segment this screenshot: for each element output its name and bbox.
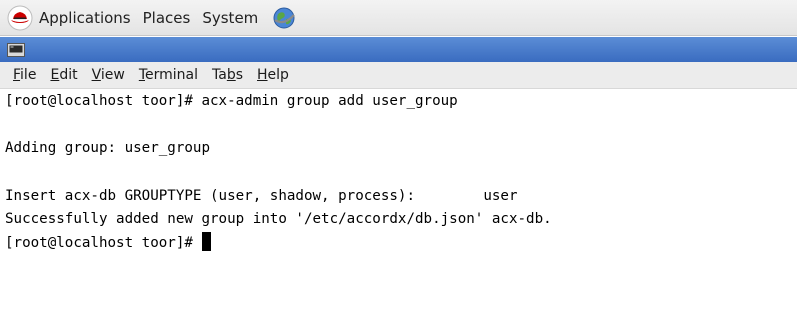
places-menu[interactable]: Places [143, 9, 191, 27]
terminal-prompt: [root@localhost toor]# [5, 235, 202, 252]
menu-edit[interactable]: Edit [43, 65, 84, 85]
terminal-line-adding: Adding group: user_group [5, 140, 210, 157]
menu-bar: File Edit View Terminal Tabs Help [0, 62, 797, 89]
menu-view-rest: iew [100, 67, 125, 83]
menu-edit-mnemonic: E [50, 67, 60, 83]
system-menu-label: System [202, 8, 259, 27]
menu-view-mnemonic: V [91, 67, 101, 83]
system-menu[interactable]: System [202, 9, 258, 27]
menu-tabs-pre: Ta [212, 67, 227, 83]
menu-tabs[interactable]: Tabs [205, 65, 250, 85]
places-menu-label: Places [142, 8, 191, 27]
applications-menu-label: Applications [39, 8, 131, 27]
menu-file-rest: ile [20, 67, 37, 83]
applications-menu[interactable]: Applications [7, 5, 131, 31]
menu-terminal-rest: erminal [145, 67, 198, 83]
redhat-icon [7, 5, 33, 30]
menu-tabs-mnemonic: b [226, 67, 236, 83]
menu-view[interactable]: View [85, 65, 132, 85]
terminal-output[interactable]: [root@localhost toor]# acx-admin group a… [0, 90, 797, 327]
window-title-bar[interactable] [0, 37, 797, 62]
globe-icon[interactable] [272, 6, 296, 30]
menu-file[interactable]: File [6, 65, 43, 85]
menu-tabs-rest: s [235, 67, 244, 83]
terminal-line-insert: Insert acx-db GROUPTYPE (user, shadow, p… [5, 187, 518, 204]
terminal-icon [7, 42, 25, 57]
menu-file-mnemonic: F [13, 67, 21, 83]
menu-help-mnemonic: H [257, 67, 268, 83]
terminal-cursor [202, 232, 212, 252]
menu-edit-rest: dit [59, 67, 78, 83]
terminal-line-command: [root@localhost toor]# acx-admin group a… [5, 93, 458, 109]
menu-help[interactable]: Help [250, 65, 296, 85]
top-panel: Applications Places System [0, 0, 797, 36]
terminal-line-success: Successfully added new group into '/etc/… [5, 211, 552, 228]
menu-terminal[interactable]: Terminal [132, 65, 205, 85]
terminal-line-prompt: [root@localhost toor]# [5, 232, 797, 256]
menu-help-rest: elp [267, 67, 289, 83]
